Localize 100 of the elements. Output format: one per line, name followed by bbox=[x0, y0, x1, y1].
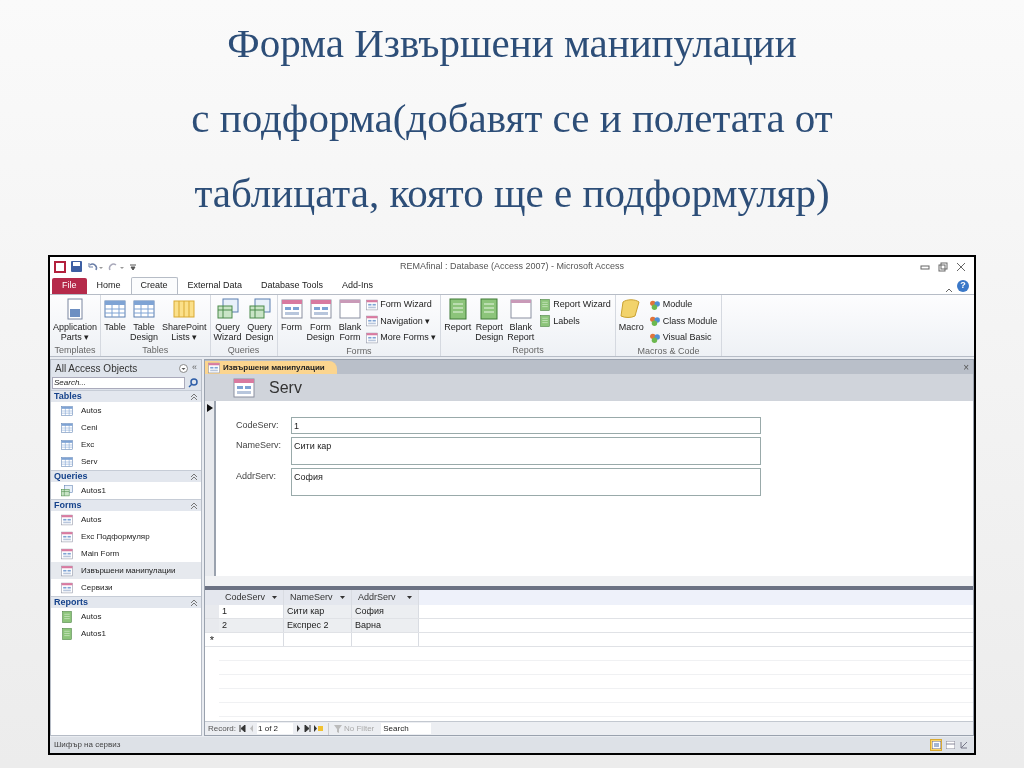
select-all-cell[interactable] bbox=[205, 590, 219, 605]
collapse-icon[interactable] bbox=[190, 472, 198, 481]
restore-icon[interactable] bbox=[938, 261, 948, 272]
dropdown-icon[interactable] bbox=[179, 363, 188, 373]
column-header[interactable]: NameServ bbox=[284, 590, 352, 605]
field-label: AddrServ: bbox=[236, 470, 278, 483]
dropdown-icon[interactable] bbox=[407, 595, 412, 600]
ribbon-button[interactable]: Table Design bbox=[129, 298, 160, 344]
search-icon[interactable] bbox=[188, 378, 198, 388]
ribbon-button[interactable]: Report Design bbox=[474, 298, 505, 344]
ribbon-button[interactable]: Application Parts ▾ bbox=[52, 298, 99, 344]
ribbon-button[interactable]: Report Wizard bbox=[539, 298, 613, 312]
ribbon-button[interactable]: Module bbox=[648, 298, 720, 312]
form-view-icon bbox=[931, 741, 941, 749]
ribbon-button[interactable]: Report bbox=[443, 298, 473, 344]
ribbon-button[interactable]: SharePoint Lists ▾ bbox=[161, 298, 208, 344]
last-record-icon[interactable] bbox=[304, 725, 311, 732]
ribbon-button[interactable]: Blank Form bbox=[337, 298, 363, 345]
ribbon-button[interactable]: Form Design bbox=[305, 298, 336, 345]
ribbon-button[interactable]: Table bbox=[103, 298, 128, 344]
undo-icon[interactable] bbox=[87, 261, 103, 272]
nav-item[interactable]: Извършени манипулации bbox=[51, 562, 201, 579]
collapse-icon[interactable] bbox=[190, 598, 198, 607]
form-icon bbox=[366, 298, 379, 311]
column-header[interactable]: CodeServ bbox=[219, 590, 284, 605]
ribbon-button[interactable]: Form Wizard bbox=[366, 298, 439, 312]
ribbon-button[interactable]: Query Design bbox=[244, 298, 275, 344]
dropdown-icon[interactable] bbox=[272, 595, 277, 600]
ribbon-button[interactable]: Form bbox=[279, 298, 304, 345]
search-field[interactable]: Search bbox=[381, 723, 432, 734]
form-icon bbox=[208, 361, 220, 374]
section-header[interactable]: Queries bbox=[51, 470, 201, 482]
module-icon bbox=[648, 315, 661, 328]
collapse-button[interactable]: « bbox=[192, 361, 197, 375]
ribbon-button[interactable]: Macro bbox=[617, 298, 645, 345]
view-button[interactable] bbox=[930, 739, 942, 751]
save-icon[interactable] bbox=[71, 261, 82, 272]
ribbon-tab[interactable]: External Data bbox=[178, 277, 252, 294]
ribbon-button[interactable]: Blank Report bbox=[506, 298, 536, 344]
form-icon bbox=[366, 331, 379, 344]
new-record-icon[interactable] bbox=[314, 725, 323, 732]
group-label: Forms bbox=[345, 344, 373, 357]
help-button[interactable]: ? bbox=[957, 280, 969, 292]
group-label: Tables bbox=[141, 344, 170, 356]
pane-title: All Access Objects bbox=[55, 361, 139, 376]
dropdown-icon[interactable] bbox=[340, 595, 345, 600]
record-position-field[interactable]: 1 of 2 bbox=[257, 723, 293, 734]
ribbon-button[interactable]: Labels bbox=[539, 314, 613, 328]
grid-icon bbox=[216, 298, 239, 320]
ribbon-button[interactable]: Class Module bbox=[648, 314, 720, 328]
form-icon bbox=[366, 315, 379, 328]
ribbon-tab[interactable]: Home bbox=[87, 277, 130, 294]
view-button[interactable] bbox=[958, 739, 970, 751]
section-header[interactable]: Tables bbox=[51, 390, 201, 402]
report-icon bbox=[446, 298, 469, 320]
grid-icon bbox=[61, 421, 73, 434]
collapse-icon[interactable] bbox=[190, 501, 198, 510]
form-icon bbox=[61, 564, 73, 577]
report-icon bbox=[61, 610, 73, 623]
status-text: Шифър на сервиз bbox=[54, 739, 121, 751]
file-tab[interactable]: File bbox=[52, 278, 87, 294]
ribbon-button[interactable]: More Forms ▾ bbox=[366, 331, 439, 345]
ribbon-tab[interactable]: Create bbox=[130, 277, 178, 294]
ribbon-tab[interactable]: Database Tools bbox=[252, 277, 332, 294]
view-button[interactable] bbox=[944, 739, 956, 751]
grid-icon bbox=[61, 484, 73, 497]
table-cell: 1 bbox=[219, 605, 284, 618]
search-field[interactable]: Search... bbox=[52, 377, 185, 389]
column-header[interactable]: AddrServ bbox=[352, 590, 419, 605]
close-icon[interactable] bbox=[956, 261, 966, 272]
grid-icon bbox=[133, 298, 156, 320]
redo-icon[interactable] bbox=[108, 261, 124, 272]
form-icon bbox=[280, 298, 303, 320]
section-header[interactable]: Forms bbox=[51, 499, 201, 511]
next-record-icon[interactable] bbox=[296, 725, 301, 732]
slide-title: таблицата, която ще е подформуляр) bbox=[194, 169, 830, 218]
group-label: Macros & Code bbox=[636, 344, 701, 357]
document-tab[interactable]: Извършени манипулации bbox=[205, 361, 337, 374]
ribbon-button[interactable]: Navigation ▾ bbox=[366, 314, 439, 328]
ribbon-button[interactable]: Visual Basic bbox=[648, 331, 720, 345]
ribbon-tab[interactable]: Add-Ins bbox=[332, 277, 382, 294]
form-title: Serv bbox=[269, 377, 302, 398]
table-cell: София bbox=[352, 605, 419, 618]
text-field[interactable]: Сити кар bbox=[291, 437, 761, 465]
minimize-ribbon-icon[interactable] bbox=[945, 286, 953, 294]
first-record-icon[interactable] bbox=[239, 725, 246, 732]
text-field[interactable]: 1 bbox=[291, 417, 761, 434]
record-selector-icon bbox=[206, 404, 213, 412]
grid-icon bbox=[61, 438, 73, 451]
field-label: NameServ: bbox=[236, 439, 282, 452]
design-view-icon bbox=[959, 741, 969, 749]
close-tab-button[interactable]: × bbox=[963, 362, 969, 374]
collapse-icon[interactable] bbox=[190, 392, 198, 401]
layout-view-icon bbox=[945, 741, 955, 749]
ribbon-button[interactable]: Query Wizard bbox=[212, 298, 243, 344]
section-header[interactable]: Reports bbox=[51, 596, 201, 608]
field-label: CodeServ: bbox=[236, 419, 280, 432]
text-field[interactable]: София bbox=[291, 468, 761, 496]
customize-menu-icon[interactable] bbox=[129, 261, 137, 272]
table-cell: Варна bbox=[352, 619, 419, 632]
